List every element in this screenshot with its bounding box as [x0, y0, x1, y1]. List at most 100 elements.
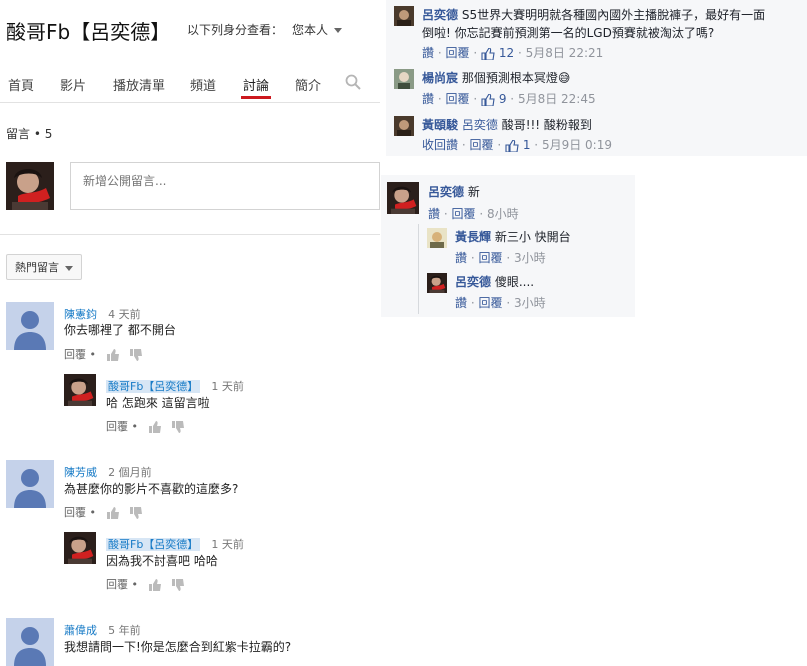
- view-as-value: 您本人: [292, 23, 329, 37]
- comment-count: 留言 • 5: [6, 127, 53, 141]
- tab-playlists[interactable]: 播放清單: [113, 75, 165, 94]
- fb-comment-text: 酸哥!!! 酸粉報到: [501, 118, 592, 132]
- fb-reply-time[interactable]: 3小時: [514, 251, 546, 265]
- comment-text: 你去哪裡了 都不開台: [64, 323, 176, 337]
- reply-author[interactable]: 酸哥Fb【呂奕德】: [106, 380, 201, 393]
- reply-button[interactable]: 回覆 •: [64, 348, 96, 361]
- fb-comment-time[interactable]: 8小時: [487, 207, 519, 221]
- chevron-down-icon: [65, 265, 73, 271]
- fb-comment-text: 那個預測根本冥燈😅: [461, 71, 571, 85]
- sort-comments-button[interactable]: 熱門留言: [6, 254, 82, 280]
- fb-reply-button[interactable]: 回覆: [479, 251, 503, 265]
- chevron-down-icon: [334, 28, 343, 33]
- fb-like-button[interactable]: 讚: [455, 296, 467, 310]
- avatar[interactable]: [64, 374, 96, 406]
- sort-label: 熱門留言: [15, 261, 59, 274]
- thumbs-up-icon[interactable]: [148, 421, 162, 433]
- fb-comment-line1: 楊尚宸 那個預測根本冥燈😅: [422, 69, 570, 86]
- comment-time[interactable]: 5 年前: [108, 624, 141, 637]
- thumbs-down-icon[interactable]: [129, 507, 143, 519]
- fb-like-count[interactable]: 9: [499, 92, 507, 106]
- fb-comment-author[interactable]: 黃頤駿: [422, 118, 458, 132]
- tab-home[interactable]: 首頁: [8, 75, 34, 94]
- reply-author[interactable]: 酸哥Fb【呂奕德】: [106, 538, 201, 551]
- avatar[interactable]: [64, 532, 96, 564]
- comment-text: 為甚麼你的影片不喜歡的這麼多?: [64, 482, 239, 496]
- fb-reply-line1: 黃長輝 新三小 快開台: [455, 228, 571, 245]
- tab-videos[interactable]: 影片: [60, 75, 86, 94]
- reply-button[interactable]: 回覆 •: [64, 506, 96, 519]
- comment-header: 蕭偉成 5 年前: [64, 619, 141, 638]
- fb-comment-actions: 讚 · 回覆 · 9 · 5月8日 22:45: [422, 92, 596, 106]
- thumbs-up-icon[interactable]: [106, 349, 120, 361]
- avatar[interactable]: [427, 273, 447, 293]
- fb-like-button[interactable]: 讚: [428, 207, 440, 221]
- like-icon: [481, 94, 495, 106]
- channel-tabs: 首頁 影片 播放清單 頻道 討論 簡介: [0, 60, 380, 103]
- reply-time[interactable]: 1 天前: [211, 380, 244, 393]
- avatar[interactable]: [394, 116, 414, 136]
- comment-author[interactable]: 蕭偉成: [64, 624, 97, 637]
- avatar[interactable]: [387, 182, 419, 214]
- fb-unlike-button[interactable]: 收回讚: [422, 138, 458, 152]
- new-comment-input[interactable]: [81, 173, 375, 189]
- reply-header: 酸哥Fb【呂奕德】 1 天前: [106, 375, 244, 394]
- avatar[interactable]: [6, 302, 54, 350]
- fb-comment-time[interactable]: 5月9日 0:19: [542, 138, 612, 152]
- comment-actions: 回覆 •: [64, 346, 143, 362]
- comment-header: 陳憲鈞 4 天前: [64, 303, 141, 322]
- fb-comment-text: 新: [467, 185, 480, 199]
- fb-reply-button[interactable]: 回覆: [446, 46, 470, 60]
- channel-title[interactable]: 酸哥Fb【呂奕德】: [6, 16, 170, 45]
- comment-author[interactable]: 陳憲鈞: [64, 308, 97, 321]
- fb-reply-time[interactable]: 3小時: [514, 296, 546, 310]
- fb-like-count[interactable]: 12: [499, 46, 514, 60]
- fb-comment-time[interactable]: 5月8日 22:45: [518, 92, 596, 106]
- fb-like-button[interactable]: 讚: [422, 46, 434, 60]
- thumbs-up-icon[interactable]: [148, 579, 162, 591]
- fb-comment-author[interactable]: 楊尚宸: [422, 71, 458, 85]
- fb-comment-time[interactable]: 5月8日 22:21: [526, 46, 604, 60]
- reply-thread-line: [418, 224, 419, 314]
- thumbs-up-icon[interactable]: [106, 507, 120, 519]
- reply-actions: 回覆 •: [106, 576, 185, 592]
- avatar[interactable]: [394, 69, 414, 89]
- thumbs-down-icon[interactable]: [129, 349, 143, 361]
- fb-comment-author[interactable]: 呂奕德: [428, 185, 464, 199]
- comment-time[interactable]: 2 個月前: [108, 466, 152, 479]
- fb-comment-text: S5世界大賽明明就各種國內國外主播脫褲子，最好有一面: [461, 8, 766, 22]
- fb-reply-button[interactable]: 回覆: [479, 296, 503, 310]
- fb-reply-button[interactable]: 回覆: [446, 92, 470, 106]
- tab-about[interactable]: 簡介: [295, 75, 321, 94]
- tab-channels[interactable]: 頻道: [190, 75, 216, 94]
- avatar[interactable]: [427, 228, 447, 248]
- avatar[interactable]: [6, 618, 54, 666]
- fb-like-button[interactable]: 讚: [422, 92, 434, 106]
- thumbs-down-icon[interactable]: [171, 579, 185, 591]
- reply-button[interactable]: 回覆 •: [106, 420, 138, 433]
- comment-header: 陳芳威 2 個月前: [64, 461, 152, 480]
- reply-button[interactable]: 回覆 •: [106, 578, 138, 591]
- fb-comment-actions: 讚 · 回覆 · 8小時: [428, 207, 519, 221]
- fb-reply-actions: 讚 · 回覆 · 3小時: [455, 296, 546, 310]
- fb-reply-button[interactable]: 回覆: [470, 138, 494, 152]
- fb-reply-text: 傻眼....: [494, 275, 535, 289]
- comment-time[interactable]: 4 天前: [108, 308, 141, 321]
- fb-mention-tag[interactable]: 呂奕德: [462, 118, 498, 132]
- fb-reply-author[interactable]: 黃長輝: [455, 230, 491, 244]
- fb-comment-author[interactable]: 呂奕德: [422, 8, 458, 22]
- tab-discussion[interactable]: 討論: [240, 75, 272, 99]
- fb-like-button[interactable]: 讚: [455, 251, 467, 265]
- new-comment-box[interactable]: [70, 162, 380, 210]
- avatar[interactable]: [394, 6, 414, 26]
- fb-reply-button[interactable]: 回覆: [452, 207, 476, 221]
- comment-author[interactable]: 陳芳威: [64, 466, 97, 479]
- avatar[interactable]: [6, 460, 54, 508]
- search-icon[interactable]: [345, 74, 361, 90]
- fb-reply-author[interactable]: 呂奕德: [455, 275, 491, 289]
- thumbs-down-icon[interactable]: [171, 421, 185, 433]
- view-as-dropdown[interactable]: 您本人: [292, 21, 343, 38]
- fb-like-count[interactable]: 1: [523, 138, 531, 152]
- reply-time[interactable]: 1 天前: [211, 538, 244, 551]
- like-icon: [481, 48, 495, 60]
